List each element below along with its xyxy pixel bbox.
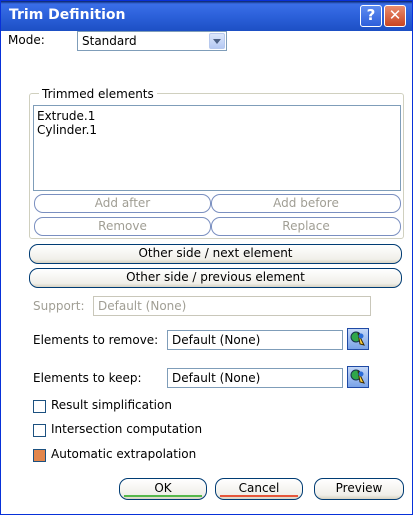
cancel-button[interactable]: Cancel — [215, 478, 303, 500]
remove-button[interactable]: Remove — [34, 217, 211, 236]
intersection-computation-checkbox[interactable] — [33, 424, 46, 437]
ok-label: OK — [154, 481, 172, 495]
support-label: Support: — [33, 299, 85, 313]
title-bar[interactable]: Trim Definition ? ✕ — [1, 1, 412, 31]
automatic-extrapolation-checkbox[interactable] — [33, 449, 46, 462]
elements-to-remove-label: Elements to remove: — [33, 333, 159, 347]
elements-to-keep-label: Elements to keep: — [33, 371, 142, 385]
other-side-next-button[interactable]: Other side / next element — [29, 244, 402, 264]
mode-select[interactable]: Standard — [77, 31, 227, 51]
list-item[interactable]: Extrude.1 — [37, 109, 95, 123]
replace-button[interactable]: Replace — [211, 217, 401, 236]
window-title: Trim Definition — [9, 7, 126, 23]
support-field[interactable]: Default (None) — [93, 296, 371, 316]
result-simplification-label: Result simplification — [51, 398, 172, 412]
preview-button[interactable]: Preview — [314, 478, 404, 500]
ok-button[interactable]: OK — [119, 478, 207, 500]
trim-definition-dialog: Trim Definition ? ✕ Mode: Standard Trimm… — [0, 0, 413, 515]
elements-to-remove-field[interactable]: Default (None) — [167, 330, 343, 350]
default-button-indicator — [124, 495, 202, 497]
result-simplification-checkbox[interactable] — [33, 400, 46, 413]
elements-to-remove-value: Default (None) — [172, 333, 261, 347]
dialog-body: Mode: Standard Trimmed elements Extrude.… — [1, 31, 412, 514]
multi-selection-icon[interactable] — [347, 366, 369, 388]
multi-selection-icon[interactable] — [347, 328, 369, 350]
trimmed-elements-list[interactable]: Extrude.1 Cylinder.1 — [33, 105, 401, 191]
elements-to-keep-field[interactable]: Default (None) — [167, 368, 343, 388]
cancel-label: Cancel — [238, 481, 280, 495]
intersection-computation-label: Intersection computation — [51, 422, 203, 436]
list-item[interactable]: Cylinder.1 — [37, 123, 97, 137]
trimmed-elements-title: Trimmed elements — [39, 87, 157, 101]
mode-value: Standard — [82, 34, 137, 48]
add-after-button[interactable]: Add after — [34, 194, 211, 213]
automatic-extrapolation-label: Automatic extrapolation — [51, 447, 197, 461]
other-side-previous-button[interactable]: Other side / previous element — [29, 268, 402, 288]
support-value: Default (None) — [98, 299, 187, 313]
cancel-indicator — [220, 495, 298, 497]
elements-to-keep-value: Default (None) — [172, 371, 261, 385]
mode-label: Mode: — [8, 33, 45, 47]
help-icon[interactable]: ? — [360, 5, 382, 27]
add-before-button[interactable]: Add before — [211, 194, 401, 213]
chevron-down-icon[interactable] — [209, 33, 225, 49]
close-icon[interactable]: ✕ — [384, 5, 406, 27]
